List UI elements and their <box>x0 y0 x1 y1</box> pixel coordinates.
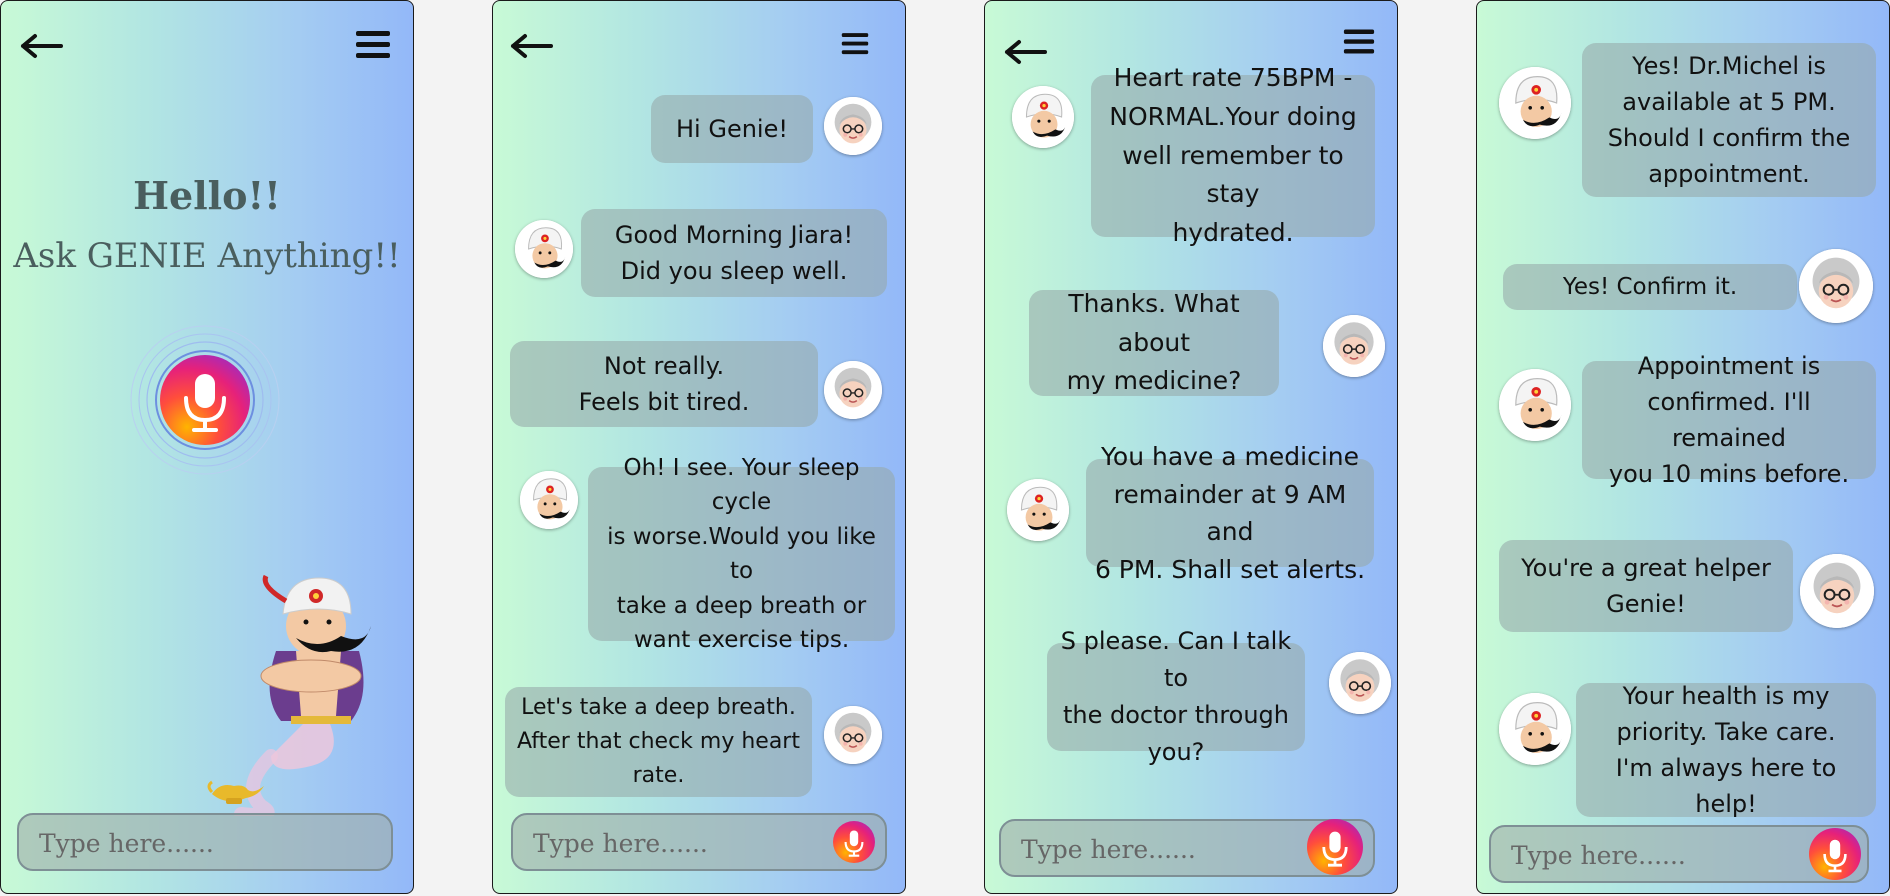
genie-message: Good Morning Jiara! Did you sleep well. <box>581 209 887 297</box>
chat-screen-1: Hi Genie! Good Morning Jiara! Did you sl… <box>492 0 906 894</box>
home-screen: Hello!! Ask GENIE Anything!! <box>0 0 414 894</box>
grandmother-face-icon <box>824 361 882 419</box>
back-arrow-icon[interactable] <box>1003 39 1047 65</box>
genie-avatar <box>1499 369 1571 441</box>
grandmother-avatar <box>1800 554 1874 628</box>
message-input-bar[interactable] <box>1489 825 1869 883</box>
user-message: Let's take a deep breath. After that che… <box>505 687 812 797</box>
genie-avatar <box>1499 693 1571 765</box>
message-input[interactable] <box>1019 821 1284 877</box>
mic-button[interactable] <box>1307 819 1363 875</box>
mic-button[interactable] <box>833 821 875 863</box>
hamburger-menu-icon[interactable] <box>1343 27 1375 57</box>
genie-face-icon <box>1499 693 1571 765</box>
grandmother-face-icon <box>1323 315 1385 377</box>
genie-face-icon <box>515 220 573 278</box>
genie-avatar <box>520 471 578 529</box>
hamburger-menu-icon[interactable] <box>841 31 869 57</box>
grandmother-avatar <box>1799 249 1873 323</box>
greeting-subtitle: Ask GENIE Anything!! <box>13 236 401 276</box>
genie-avatar <box>1012 86 1074 148</box>
mic-button[interactable] <box>1809 828 1861 880</box>
genie-face-icon <box>520 471 578 529</box>
magic-lamp-icon <box>207 780 264 804</box>
user-message: Not really. Feels bit tired. <box>510 341 818 427</box>
grandmother-avatar <box>824 97 882 155</box>
microphone-icon <box>130 325 280 475</box>
grandmother-avatar <box>1323 315 1385 377</box>
grandmother-face-icon <box>1329 652 1391 714</box>
grandmother-face-icon <box>1800 554 1874 628</box>
message-input[interactable] <box>531 815 796 871</box>
microphone-icon <box>1823 839 1847 873</box>
hamburger-menu-icon[interactable] <box>355 29 391 61</box>
user-message: Yes! Confirm it. <box>1503 264 1797 310</box>
user-message: Hi Genie! <box>651 95 813 163</box>
genie-message: Your health is my priority. Take care. I… <box>1576 682 1876 818</box>
voice-mic-button[interactable] <box>129 324 281 476</box>
genie-face-icon <box>1499 67 1571 139</box>
message-input-bar[interactable] <box>999 819 1375 877</box>
user-message: S please. Can I talk to the doctor throu… <box>1047 627 1305 766</box>
genie-face-icon <box>1499 369 1571 441</box>
user-message: You're a great helper Genie! <box>1499 540 1793 632</box>
message-input[interactable] <box>1509 827 1777 883</box>
grandmother-avatar <box>824 706 882 764</box>
genie-message: Heart rate 75BPM - NORMAL.Your doing wel… <box>1091 63 1375 247</box>
genie-message: You have a medicine remainder at 9 AM an… <box>1086 442 1374 584</box>
genie-face-icon <box>1012 86 1074 148</box>
microphone-icon <box>1322 831 1348 867</box>
grandmother-avatar <box>1329 652 1391 714</box>
message-input[interactable] <box>37 815 302 871</box>
grandmother-avatar <box>824 361 882 419</box>
back-arrow-icon[interactable] <box>509 33 553 59</box>
chat-screen-2: Heart rate 75BPM - NORMAL.Your doing wel… <box>984 0 1398 894</box>
greeting-heading: Hello!! <box>133 173 281 218</box>
genie-message: Oh! I see. Your sleep cycle is worse.Wou… <box>588 455 895 653</box>
message-input-bar[interactable] <box>17 813 393 871</box>
microphone-icon <box>844 830 864 857</box>
back-arrow-icon[interactable] <box>19 33 63 59</box>
grandmother-face-icon <box>824 706 882 764</box>
grandmother-face-icon <box>1799 249 1873 323</box>
genie-avatar <box>1499 67 1571 139</box>
genie-face-icon <box>1007 479 1069 541</box>
genie-avatar <box>1007 479 1069 541</box>
user-message: Thanks. What about my medicine? <box>1029 289 1279 396</box>
grandmother-face-icon <box>824 97 882 155</box>
genie-avatar <box>515 220 573 278</box>
message-input-bar[interactable] <box>511 813 887 871</box>
genie-message: Appointment is confirmed. I'll remained … <box>1582 352 1876 488</box>
chat-screen-3: Yes! Dr.Michel is available at 5 PM. Sho… <box>1476 0 1890 894</box>
genie-message: Yes! Dr.Michel is available at 5 PM. Sho… <box>1582 43 1876 197</box>
